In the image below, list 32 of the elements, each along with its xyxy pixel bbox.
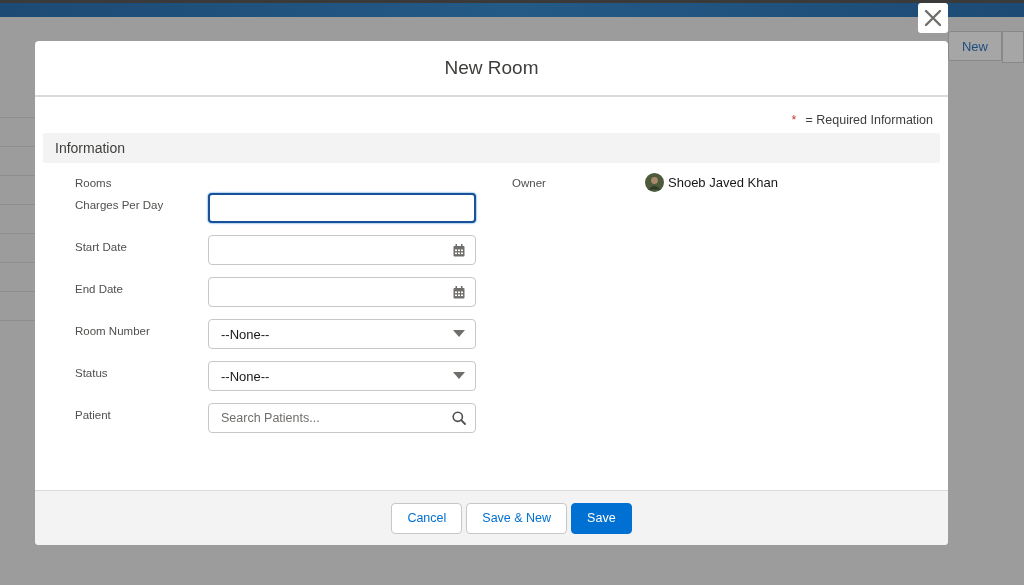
new-button[interactable]: New: [948, 31, 1002, 61]
date-field[interactable]: [208, 235, 476, 265]
field-label: Patient: [74, 408, 112, 421]
field-label: Owner: [511, 176, 547, 189]
field-label: Room Number: [74, 324, 151, 337]
calendar-icon: [453, 243, 465, 257]
save-button[interactable]: Save: [571, 502, 632, 534]
required-note: = Required Information: [804, 112, 934, 129]
footer-button[interactable]: Cancel: [391, 502, 463, 534]
modal-title: New Room: [444, 57, 539, 79]
action-button[interactable]: [1002, 31, 1024, 63]
footer-button[interactable]: Save & New: [466, 502, 568, 534]
field-label: Start Date: [74, 240, 128, 253]
field-label: End Date: [74, 282, 124, 295]
search-field[interactable]: Search Patients...: [208, 403, 476, 433]
owner-name[interactable]: Shoeb Javed Khan: [668, 174, 778, 190]
field-label: Status: [74, 366, 109, 379]
picklist-dropdown[interactable]: --None--: [208, 361, 476, 391]
section-title: Information: [55, 140, 126, 156]
calendar-icon: [453, 285, 465, 299]
field-label: Rooms: [74, 176, 113, 189]
close-icon: [924, 9, 942, 27]
close-button[interactable]: [918, 3, 948, 33]
search-icon: [452, 411, 466, 425]
required-mark: *: [790, 112, 798, 129]
input-field[interactable]: [208, 193, 476, 223]
caret-icon: [453, 330, 465, 338]
field-label: Charges Per Day: [74, 198, 165, 211]
avatar-icon: [645, 172, 664, 192]
date-field[interactable]: [208, 277, 476, 307]
picklist-dropdown[interactable]: --None--: [208, 319, 476, 349]
caret-icon: [453, 372, 465, 380]
